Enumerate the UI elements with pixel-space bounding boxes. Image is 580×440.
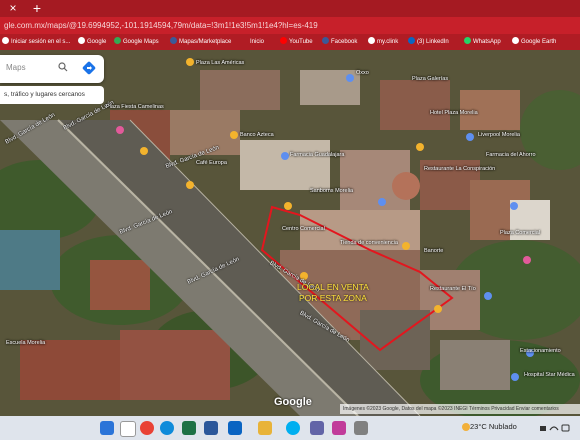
map-attribution[interactable]: Imágenes ©2023 Google, Datos del mapa ©2… [340,404,580,414]
chat-icon[interactable] [310,421,324,435]
satellite-imagery [0,50,580,416]
poi-label[interactable]: Tienda de conveniencia [340,240,398,246]
bookmarks-bar: Iniciar sesión en el s... Google Google … [0,34,580,50]
poi-label[interactable]: Hotel Plaza Morelia [430,110,478,116]
category-chips[interactable]: s, tráfico y lugares cercanos [0,86,104,104]
poi-label[interactable]: Sanborns Morelia [310,188,353,194]
youtube-icon [280,37,287,44]
marketplace-icon [170,37,177,44]
linkedin-icon [408,37,415,44]
bookmark-item[interactable]: Google Maps [114,36,164,48]
directions-icon[interactable] [82,61,96,75]
skype-icon[interactable] [286,421,300,435]
bookmark-item[interactable]: Iniciar sesión en el s... [2,36,72,48]
bookmark-label: YouTube [289,39,313,45]
bookmark-item[interactable]: Inicio [250,36,274,48]
bookmark-item[interactable]: (3) LinkedIn [408,36,460,48]
url-text[interactable]: gle.com.mx/maps/@19.6994952,-101.1914594… [4,19,424,32]
tab-strip: × + [0,0,580,17]
close-tab-button[interactable]: × [6,0,20,17]
sale-line-1: LOCAL EN VENTA [297,282,369,292]
taskbar: 23°C Nublado [0,416,580,440]
bookmark-label: WhatsApp [473,39,501,45]
files-icon[interactable] [258,421,272,435]
poi-label[interactable]: Plaza Fiesta Camelinas [106,104,164,110]
excel-icon[interactable] [182,421,196,435]
maps-search-box[interactable]: Maps [0,55,104,83]
bookmark-label: Google Earth [521,39,557,45]
bookmark-label: Google [87,39,107,45]
bookmark-label: Inicio [250,39,265,45]
search-input[interactable]: Maps [6,63,26,72]
bookmark-item[interactable]: Google Earth [512,36,578,48]
bookmark-item[interactable]: WhatsApp [464,36,508,48]
bookmark-label: Google Maps [123,39,159,45]
poi-label[interactable]: Centro Comercial [282,226,325,232]
bookmark-item[interactable]: YouTube [280,36,318,48]
poi-label[interactable]: Hospital Star Médica [524,372,575,378]
earth-icon [512,37,519,44]
bookmark-item[interactable]: Google [78,36,108,48]
link-icon [368,37,375,44]
search-icon[interactable] [120,421,136,437]
bookmark-label: Facebook [331,39,358,45]
poi-label[interactable]: Escuela Morelia [6,340,45,346]
poi-label[interactable]: Banorte [424,248,443,254]
bookmark-item[interactable]: Mapas/Marketplace [170,36,244,48]
new-tab-button[interactable]: + [30,0,44,17]
bookmark-label: my.clink [377,39,399,45]
sale-overlay-label: LOCAL EN VENTA POR ESTA ZONA [297,282,369,304]
poi-label[interactable]: Restaurante La Conspiración [424,166,495,172]
maps-icon [114,37,121,44]
settings-icon[interactable] [354,421,368,435]
facebook-icon [322,37,329,44]
photos-icon[interactable] [332,421,346,435]
address-bar[interactable]: gle.com.mx/maps/@19.6994952,-101.1914594… [0,17,580,34]
poi-label[interactable]: Farmacia Guadalajara [290,152,344,158]
weather-text[interactable]: 23°C Nublado [470,422,517,431]
word-icon[interactable] [204,421,218,435]
bookmark-label: Mapas/Marketplace [179,39,232,45]
sale-line-2: POR ESTA ZONA [298,293,367,303]
weather-icon [462,423,470,431]
poi-label[interactable]: Liverpool Morelia [478,132,520,138]
bookmark-label: (3) LinkedIn [417,39,449,45]
edge-icon[interactable] [160,421,174,435]
poi-label[interactable]: Oxxo [356,70,369,76]
poi-label[interactable]: Farmacia del Ahorro [486,152,536,158]
google-logo: Google [274,396,312,408]
poi-label[interactable]: Café Europa [196,160,227,166]
google-icon [78,37,85,44]
bookmark-item[interactable]: Facebook [322,36,364,48]
bookmark-item[interactable]: my.clink [368,36,404,48]
chrome-icon[interactable] [140,421,154,435]
poi-label[interactable]: Restaurante El Tío [430,286,476,292]
poi-label[interactable]: Estacionamiento [520,348,561,354]
system-tray[interactable] [540,424,570,432]
bookmark-icon [2,37,9,44]
poi-label[interactable]: Plaza Galerías [412,76,448,82]
whatsapp-icon [464,37,471,44]
search-icon[interactable] [58,62,68,72]
poi-label[interactable]: Plaza Comercial [500,230,540,236]
poi-label[interactable]: Plaza Las Américas [196,60,244,66]
bookmark-label: Iniciar sesión en el s... [11,39,71,45]
windows-icon[interactable] [100,421,114,435]
satellite-map[interactable]: Blvd. García de León Blvd. García de Leó… [0,50,580,416]
mail-icon[interactable] [228,421,242,435]
poi-label[interactable]: Banco Azteca [240,132,274,138]
